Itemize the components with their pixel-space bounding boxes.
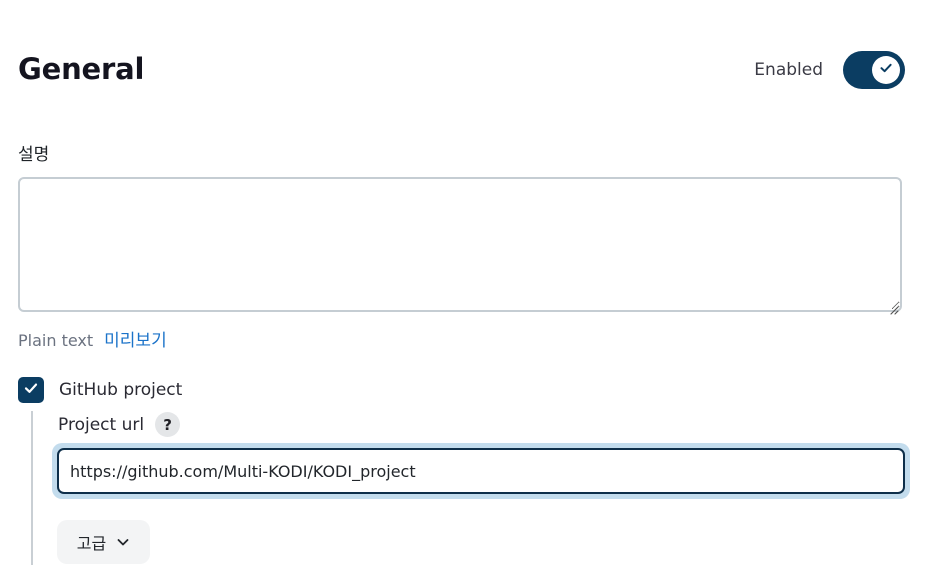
enabled-label: Enabled [754,60,823,80]
github-project-label: GitHub project [59,380,183,400]
general-config-section: General Enabled 설명 Plain text 미리보기 GitHu… [0,0,927,578]
toggle-knob [872,56,900,84]
preview-link[interactable]: 미리보기 [104,326,167,351]
help-icon[interactable]: ? [155,412,181,437]
checkmark-icon [878,60,894,80]
chevron-down-icon [116,535,130,549]
github-project-checkbox[interactable] [18,377,44,403]
description-label: 설명 [18,145,50,165]
project-url-row: Project url ? [58,412,181,437]
nested-section-bar [31,411,33,565]
advanced-button[interactable]: 고급 [57,520,150,564]
enabled-control: Enabled [754,51,905,89]
format-row: Plain text 미리보기 [18,326,167,351]
plain-text-label: Plain text [18,331,94,350]
project-url-label: Project url [58,414,145,435]
checkmark-icon [23,380,39,400]
section-title: General [18,52,145,86]
description-textarea[interactable] [18,177,902,312]
enabled-toggle[interactable] [843,51,905,89]
project-url-input[interactable] [57,448,905,494]
github-project-row: GitHub project [18,377,182,403]
advanced-label: 고급 [76,534,107,553]
resize-grip-icon[interactable] [889,300,899,315]
